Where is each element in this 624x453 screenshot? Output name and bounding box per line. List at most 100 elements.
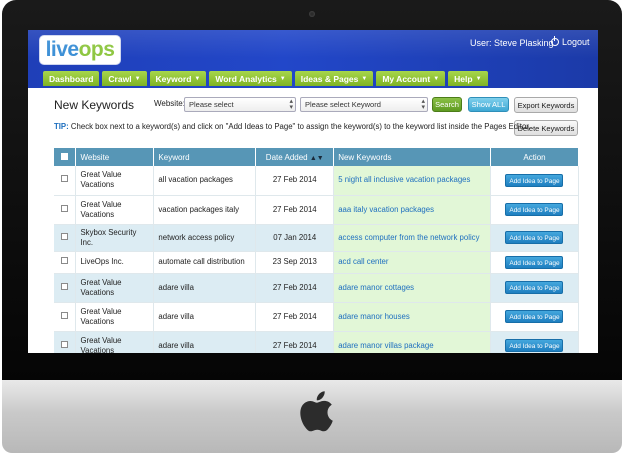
nav-ideas-pages[interactable]: Ideas & Pages ▼ bbox=[294, 71, 374, 86]
nav-crawl[interactable]: Crawl ▼ bbox=[102, 71, 147, 86]
nav-my-account[interactable]: My Account ▼ bbox=[376, 71, 446, 86]
row-checkbox[interactable] bbox=[61, 257, 69, 264]
cell-new-keyword[interactable]: access computer from the network policy bbox=[333, 224, 491, 252]
row-checkbox[interactable] bbox=[61, 340, 69, 348]
cell-new-keyword[interactable]: adare manor villas package bbox=[333, 331, 491, 353]
user-greeting: User: Steve Plasking bbox=[470, 38, 554, 48]
row-checkbox-cell bbox=[54, 302, 77, 332]
add-idea-to-page-button[interactable]: Add Idea to Page bbox=[505, 281, 564, 294]
cell-action: Add Idea to Page bbox=[490, 331, 580, 353]
header-keyword[interactable]: Keyword bbox=[153, 148, 257, 166]
sort-arrows-icon[interactable]: ▲▼ bbox=[310, 155, 324, 162]
cell-website: Great Value Vacations bbox=[75, 195, 155, 225]
row-checkbox[interactable] bbox=[61, 204, 69, 212]
nav-label: Word Analytics bbox=[215, 73, 277, 84]
select-arrows-icon: ▴ ▾ bbox=[289, 98, 293, 111]
add-idea-to-page-button[interactable]: Add Idea to Page bbox=[505, 310, 564, 323]
cell-date: 27 Feb 2014 bbox=[255, 331, 335, 353]
add-idea-to-page-button[interactable]: Add Idea to Page bbox=[505, 339, 564, 352]
nav-label: My Account bbox=[382, 73, 431, 84]
cell-date: 27 Feb 2014 bbox=[255, 273, 335, 303]
table-row: Great Value Vacations adare villa 27 Feb… bbox=[54, 302, 580, 332]
cell-website: Great Value Vacations bbox=[75, 302, 155, 332]
cell-keyword: adare villa bbox=[153, 273, 257, 303]
cell-new-keyword[interactable]: 5 night all inclusive vacation packages bbox=[333, 166, 491, 196]
imac-frame: live ops User: Steve Plasking Logout Dash… bbox=[2, 0, 622, 453]
row-checkbox-cell bbox=[54, 331, 77, 353]
header-website[interactable]: Website bbox=[75, 148, 155, 166]
table-row: Great Value Vacations adare villa 27 Feb… bbox=[54, 273, 580, 303]
cell-keyword: adare villa bbox=[153, 302, 257, 332]
table-row: Skybox Security Inc. network access poli… bbox=[54, 224, 580, 252]
search-button[interactable]: Search bbox=[432, 97, 462, 112]
logout-link[interactable]: Logout bbox=[551, 36, 590, 47]
add-idea-to-page-button[interactable]: Add Idea to Page bbox=[505, 231, 564, 244]
select-all-header bbox=[54, 148, 77, 166]
add-idea-to-page-button[interactable]: Add Idea to Page bbox=[505, 255, 564, 269]
cell-new-keyword[interactable]: adare manor cottages bbox=[333, 273, 491, 303]
nav-help[interactable]: Help ▼ bbox=[448, 71, 488, 86]
table-row: Great Value Vacations all vacation packa… bbox=[54, 166, 580, 196]
caret-down-icon: ▼ bbox=[194, 75, 201, 82]
cell-new-keyword[interactable]: acd call center bbox=[333, 251, 491, 274]
keyword-select[interactable]: Please select Keyword ▴ ▾ bbox=[300, 97, 428, 112]
row-checkbox[interactable] bbox=[61, 282, 69, 290]
add-idea-to-page-button[interactable]: Add Idea to Page bbox=[505, 173, 564, 187]
cell-new-keyword[interactable]: aaa italy vacation packages bbox=[333, 195, 491, 225]
caret-down-icon: ▼ bbox=[279, 75, 286, 82]
cell-website: Great Value Vacations bbox=[75, 273, 155, 303]
nav-label: Dashboard bbox=[49, 73, 94, 84]
cell-keyword: adare villa bbox=[153, 331, 257, 353]
website-select[interactable]: Please select ▴ ▾ bbox=[184, 97, 296, 112]
show-all-button[interactable]: Show ALL bbox=[468, 97, 509, 112]
caret-down-icon: ▼ bbox=[134, 75, 141, 82]
page-title: New Keywords bbox=[54, 98, 135, 112]
row-checkbox[interactable] bbox=[61, 311, 69, 319]
cell-action: Add Idea to Page bbox=[490, 166, 580, 196]
select-all-checkbox[interactable] bbox=[61, 152, 69, 160]
logo-text-live: live bbox=[45, 38, 80, 61]
header-date-added[interactable]: Date Added ▲▼ bbox=[255, 148, 335, 166]
tip-body: Check box next to a keyword(s) and click… bbox=[68, 122, 531, 131]
apple-logo-icon bbox=[300, 391, 333, 432]
main-content: New Keywords Website: Please select ▴ ▾ P… bbox=[28, 88, 598, 353]
cell-website: Skybox Security Inc. bbox=[75, 224, 155, 252]
table-row: Great Value Vacations adare villa 27 Feb… bbox=[54, 331, 580, 353]
nav-dashboard[interactable]: Dashboard bbox=[43, 71, 100, 86]
cell-action: Add Idea to Page bbox=[490, 273, 580, 303]
row-checkbox[interactable] bbox=[61, 175, 69, 183]
nav-word-analytics[interactable]: Word Analytics ▼ bbox=[209, 71, 292, 86]
caret-down-icon: ▼ bbox=[475, 75, 482, 82]
cell-new-keyword[interactable]: adare manor houses bbox=[333, 302, 491, 332]
add-idea-to-page-button[interactable]: Add Idea to Page bbox=[505, 203, 564, 216]
cell-keyword: all vacation packages bbox=[153, 166, 257, 196]
table-header-row: Website Keyword Date Added ▲▼ New Keywor… bbox=[54, 148, 580, 166]
power-icon bbox=[551, 36, 559, 46]
nav-label: Help bbox=[454, 73, 473, 84]
website-label: Website: bbox=[154, 99, 185, 108]
tip-text: TIP: Check box next to a keyword(s) and … bbox=[54, 122, 531, 131]
cell-website: Great Value Vacations bbox=[75, 331, 155, 353]
cell-website: LiveOps Inc. bbox=[75, 251, 155, 274]
cell-action: Add Idea to Page bbox=[490, 251, 580, 274]
tip-label: TIP: bbox=[54, 122, 69, 131]
website-select-value: Please select bbox=[189, 100, 234, 109]
nav-label: Ideas & Pages bbox=[300, 73, 359, 84]
header-action: Action bbox=[490, 148, 580, 166]
table-row: Great Value Vacations vacation packages … bbox=[54, 195, 580, 225]
logout-label: Logout bbox=[562, 37, 590, 47]
export-keywords-button[interactable]: Export Keywords bbox=[514, 97, 578, 113]
nav-keyword[interactable]: Keyword ▼ bbox=[149, 71, 207, 86]
liveops-logo[interactable]: live ops bbox=[40, 36, 120, 64]
caret-down-icon: ▼ bbox=[361, 75, 368, 82]
row-checkbox-cell bbox=[54, 224, 77, 252]
header-new-keywords[interactable]: New Keywords bbox=[333, 148, 491, 166]
row-checkbox[interactable] bbox=[61, 232, 69, 240]
cell-keyword: vacation packages italy bbox=[153, 195, 257, 225]
cell-date: 27 Feb 2014 bbox=[255, 195, 335, 225]
app-screen: live ops User: Steve Plasking Logout Dash… bbox=[28, 30, 598, 353]
keyword-select-value: Please select Keyword bbox=[305, 100, 381, 109]
cell-date: 23 Sep 2013 bbox=[255, 251, 335, 274]
webcam bbox=[309, 11, 315, 17]
cell-keyword: automate call distribution bbox=[153, 251, 257, 274]
